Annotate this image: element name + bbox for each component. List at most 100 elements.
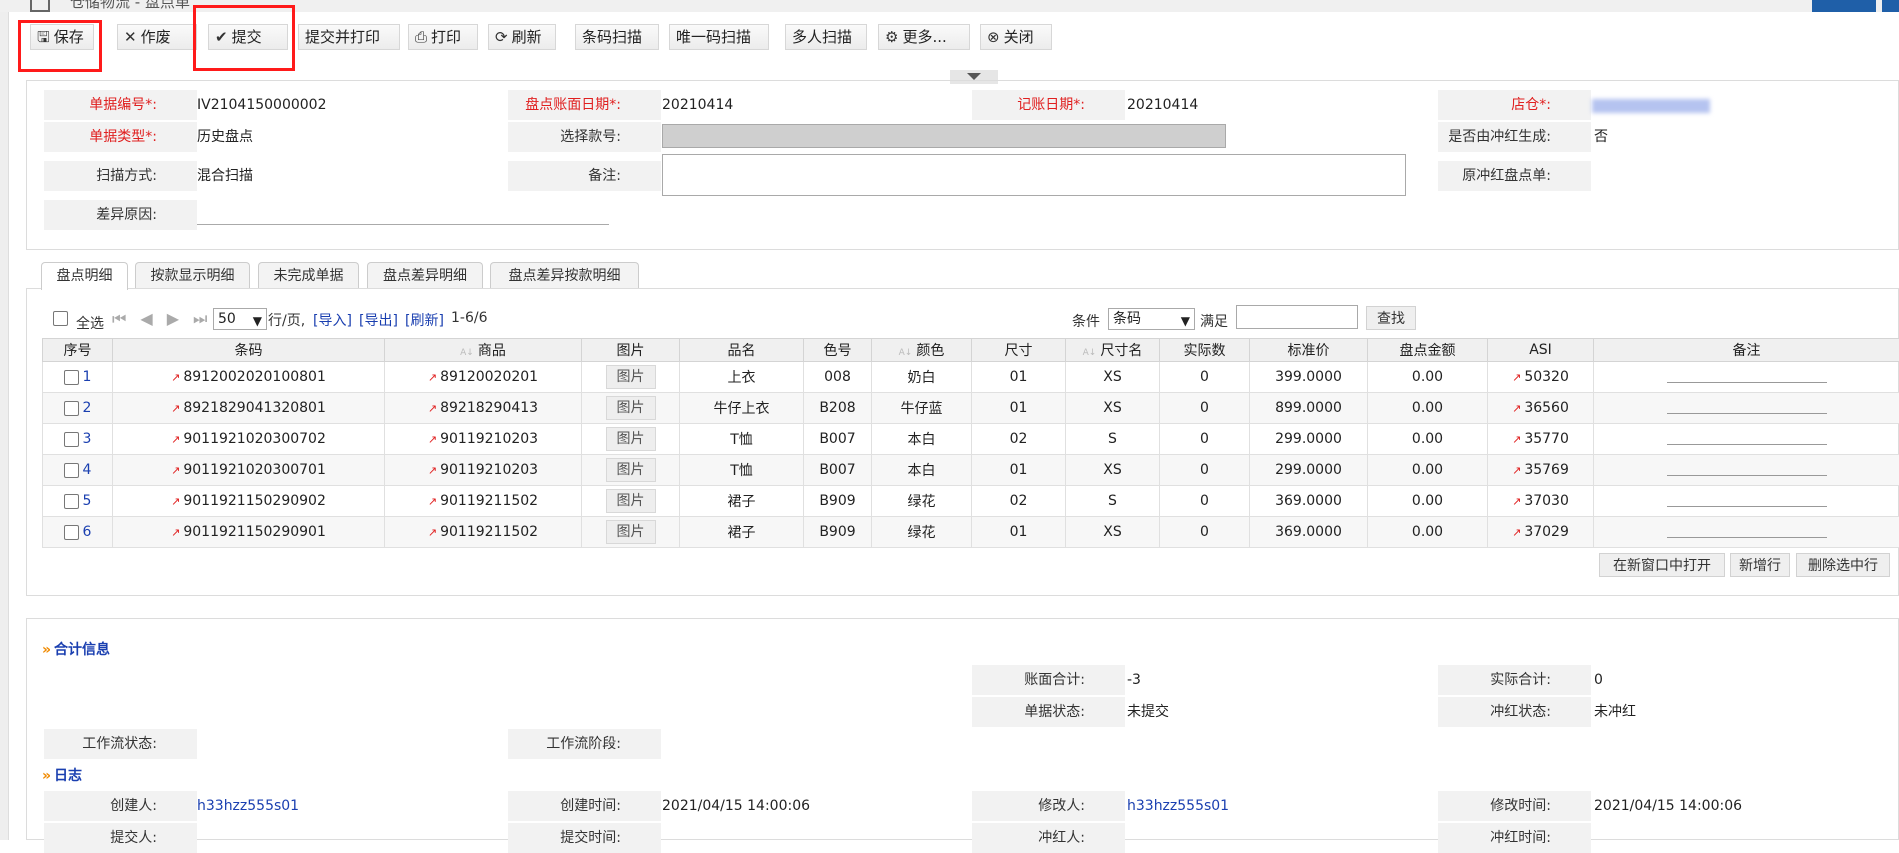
col-header[interactable]: 实际数 [1160, 339, 1250, 362]
row-checkbox[interactable] [64, 525, 79, 540]
link-arrow-icon[interactable]: ↗ [171, 433, 180, 446]
image-button[interactable]: 图片 [606, 427, 656, 451]
image-button[interactable]: 图片 [606, 458, 656, 482]
link-arrow-icon[interactable]: ↗ [1512, 526, 1521, 539]
refresh-link[interactable]: [刷新] [405, 310, 444, 330]
add-row-button[interactable]: 新增行 [1730, 553, 1790, 577]
multi-user-scan-button[interactable]: 多人扫描 [785, 24, 867, 50]
table-row[interactable]: 5↗9011921150290902↗90119211502图片裙子B909绿花… [43, 486, 1899, 517]
remark-input[interactable] [1667, 523, 1827, 538]
row-number[interactable]: 5 [83, 493, 92, 509]
remark-input[interactable] [1667, 368, 1827, 383]
search-button[interactable]: 查找 [1366, 306, 1416, 330]
tab-diff-by-style[interactable]: 盘点差异按款明细 [490, 262, 639, 288]
refresh-button[interactable]: ⟳刷新 [488, 24, 556, 50]
close-button[interactable]: ⊗关闭 [980, 24, 1052, 50]
size-name-cell: S [1066, 486, 1160, 517]
col-header[interactable]: 标准价 [1250, 339, 1368, 362]
col-header[interactable]: 条码 [113, 339, 385, 362]
window-close-button[interactable] [1882, 0, 1899, 12]
link-arrow-icon[interactable]: ↗ [171, 526, 180, 539]
print-button[interactable]: ⎙打印 [408, 24, 478, 50]
col-header[interactable]: A↓尺寸名 [1066, 339, 1160, 362]
window-maximize-button[interactable] [1812, 0, 1876, 12]
delete-selected-button[interactable]: 删除选中行 [1796, 553, 1890, 577]
image-button[interactable]: 图片 [606, 520, 656, 544]
submit-print-button[interactable]: 提交并打印 [298, 24, 400, 50]
page-size-select[interactable]: 50▼ [213, 308, 267, 330]
link-arrow-icon[interactable]: ↗ [428, 371, 437, 384]
row-number[interactable]: 1 [83, 369, 92, 385]
unique-code-scan-button[interactable]: 唯一码扫描 [669, 24, 769, 50]
row-number[interactable]: 6 [83, 524, 92, 540]
link-arrow-icon[interactable]: ↗ [1512, 371, 1521, 384]
col-header[interactable]: A↓颜色 [872, 339, 972, 362]
product-cell: ↗89218290413 [385, 393, 582, 424]
more-button[interactable]: ⚙更多... [878, 24, 970, 50]
row-number[interactable]: 3 [83, 431, 92, 447]
col-header[interactable]: ASI [1488, 339, 1594, 362]
product-cell: ↗90119211502 [385, 486, 582, 517]
col-header[interactable]: 色号 [804, 339, 872, 362]
diff-reason-input[interactable] [197, 224, 609, 225]
remark-textarea[interactable] [662, 154, 1406, 196]
pager-nav-icons[interactable]: ⏮◀▶⏭ [112, 309, 221, 329]
link-arrow-icon[interactable]: ↗ [171, 402, 180, 415]
import-link[interactable]: [导入] [313, 310, 352, 330]
link-arrow-icon[interactable]: ↗ [428, 495, 437, 508]
row-checkbox[interactable] [64, 370, 79, 385]
row-number[interactable]: 4 [83, 462, 92, 478]
table-row[interactable]: 3↗9011921020300702↗90119210203图片T恤B007本白… [43, 424, 1899, 455]
link-arrow-icon[interactable]: ↗ [1512, 433, 1521, 446]
tab-by-style[interactable]: 按款显示明细 [135, 262, 250, 288]
col-header[interactable]: 品名 [680, 339, 804, 362]
image-button[interactable]: 图片 [606, 365, 656, 389]
void-button[interactable]: ✕作废 [117, 24, 197, 50]
color-code-cell: B909 [804, 517, 872, 548]
link-arrow-icon[interactable]: ↗ [428, 402, 437, 415]
col-header[interactable]: 盘点金额 [1368, 339, 1488, 362]
table-row[interactable]: 4↗9011921020300701↗90119210203图片T恤B007本白… [43, 455, 1899, 486]
col-header[interactable]: A↓商品 [385, 339, 582, 362]
link-arrow-icon[interactable]: ↗ [171, 464, 180, 477]
link-arrow-icon[interactable]: ↗ [171, 371, 180, 384]
table-row[interactable]: 1↗8912002020100801↗89120020201图片上衣008奶白0… [43, 362, 1899, 393]
tab-incomplete[interactable]: 未完成单据 [258, 262, 359, 288]
barcode-scan-button[interactable]: 条码扫描 [575, 24, 659, 50]
remark-input[interactable] [1667, 430, 1827, 445]
select-all-checkbox[interactable] [53, 311, 68, 326]
remark-input[interactable] [1667, 399, 1827, 414]
image-button[interactable]: 图片 [606, 396, 656, 420]
link-arrow-icon[interactable]: ↗ [428, 526, 437, 539]
remark-input[interactable] [1667, 461, 1827, 476]
row-checkbox[interactable] [64, 494, 79, 509]
link-arrow-icon[interactable]: ↗ [1512, 495, 1521, 508]
col-header[interactable]: 图片 [582, 339, 680, 362]
link-arrow-icon[interactable]: ↗ [171, 495, 180, 508]
export-link[interactable]: [导出] [359, 310, 398, 330]
tab-count-detail[interactable]: 盘点明细 [41, 262, 128, 290]
link-arrow-icon[interactable]: ↗ [428, 433, 437, 446]
tab-diff-detail[interactable]: 盘点差异明细 [367, 262, 483, 288]
row-checkbox[interactable] [64, 401, 79, 416]
open-new-window-button[interactable]: 在新窗口中打开 [1599, 553, 1725, 577]
size-name-cell: XS [1066, 455, 1160, 486]
row-checkbox[interactable] [64, 463, 79, 478]
col-header[interactable]: 序号 [43, 339, 113, 362]
row-number[interactable]: 2 [83, 400, 92, 416]
table-row[interactable]: 6↗9011921150290901↗90119211502图片裙子B909绿花… [43, 517, 1899, 548]
col-header[interactable]: 备注 [1594, 339, 1899, 362]
table-row[interactable]: 2↗8921829041320801↗89218290413图片牛仔上衣B208… [43, 393, 1899, 424]
remark-input[interactable] [1667, 492, 1827, 507]
search-value-input[interactable] [1236, 305, 1358, 329]
link-arrow-icon[interactable]: ↗ [428, 464, 437, 477]
col-header[interactable]: 尺寸 [972, 339, 1066, 362]
select-style-input[interactable] [662, 124, 1226, 148]
row-checkbox[interactable] [64, 432, 79, 447]
image-button[interactable]: 图片 [606, 489, 656, 513]
creator-value[interactable]: h33hzz555s01 [197, 791, 299, 821]
condition-select[interactable]: 条码▼ [1108, 308, 1195, 330]
modifier-value[interactable]: h33hzz555s01 [1127, 791, 1229, 821]
link-arrow-icon[interactable]: ↗ [1512, 402, 1521, 415]
link-arrow-icon[interactable]: ↗ [1512, 464, 1521, 477]
